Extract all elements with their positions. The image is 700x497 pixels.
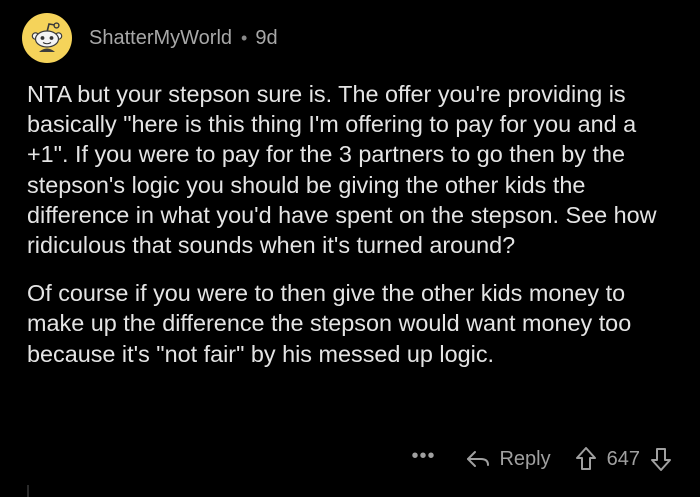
avatar[interactable] <box>22 13 72 63</box>
comment-body: NTA but your stepson sure is. The offer … <box>27 79 682 369</box>
snoo-avatar-icon <box>31 22 63 52</box>
vote-count: 647 <box>606 447 640 470</box>
upvote-arrow-icon[interactable] <box>575 446 597 472</box>
reply-arrow-icon <box>467 451 490 467</box>
reply-label: Reply <box>499 447 551 470</box>
comment-header: ShatterMyWorld • 9d <box>22 12 278 64</box>
comment-paragraph: Of course if you were to then give the o… <box>27 280 632 367</box>
vote-controls: 647 <box>575 446 672 472</box>
meta-separator: • <box>241 27 248 48</box>
comment-age: 9d <box>255 26 278 49</box>
author-name[interactable]: ShatterMyWorld <box>89 27 232 50</box>
reply-button[interactable]: Reply <box>465 447 551 471</box>
comment-actions: ••• Reply 647 <box>411 442 672 476</box>
comment-paragraph: NTA but your stepson sure is. The offer … <box>27 81 657 259</box>
thread-line <box>27 485 29 497</box>
more-options-button[interactable]: ••• <box>411 445 435 468</box>
author-line: ShatterMyWorld • 9d <box>89 27 278 50</box>
downvote-arrow-icon[interactable] <box>650 446 672 472</box>
